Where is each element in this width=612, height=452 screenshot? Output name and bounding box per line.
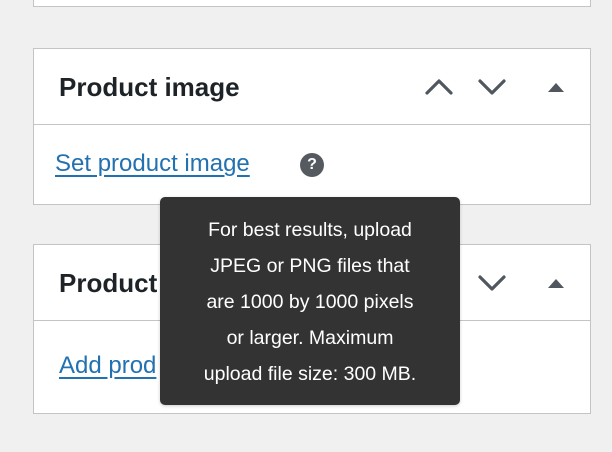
tooltip-line: are 1000 by 1000 pixels: [206, 291, 414, 313]
tooltip-line: or larger. Maximum: [226, 327, 394, 349]
previous-postbox: [33, 0, 591, 7]
chevron-up-icon: [425, 79, 453, 95]
product-image-postbox: Product image Set product image ?: [33, 48, 591, 205]
tooltip-line: For best results, upload: [208, 219, 412, 241]
move-up-button[interactable]: [422, 71, 456, 103]
set-product-image-link[interactable]: Set product image: [55, 149, 250, 179]
chevron-down-icon: [478, 79, 506, 95]
chevron-down-icon: [478, 275, 506, 291]
postbox-title: Product image: [59, 72, 240, 102]
tooltip-line: JPEG or PNG files that: [210, 255, 410, 277]
toggle-panel-button[interactable]: [539, 71, 573, 103]
toggle-panel-button[interactable]: [539, 267, 573, 299]
triangle-up-icon: [548, 83, 564, 92]
triangle-up-icon: [548, 279, 564, 288]
help-tooltip: For best results, upload JPEG or PNG fil…: [160, 197, 460, 405]
help-icon[interactable]: ?: [300, 153, 324, 177]
move-down-button[interactable]: [475, 71, 509, 103]
tooltip-line: upload file size: 300 MB.: [203, 363, 417, 385]
postbox-header: Product image: [34, 49, 590, 125]
move-down-button[interactable]: [475, 267, 509, 299]
add-gallery-images-link[interactable]: Add prod: [59, 351, 156, 381]
postbox-title: Product: [59, 268, 158, 298]
